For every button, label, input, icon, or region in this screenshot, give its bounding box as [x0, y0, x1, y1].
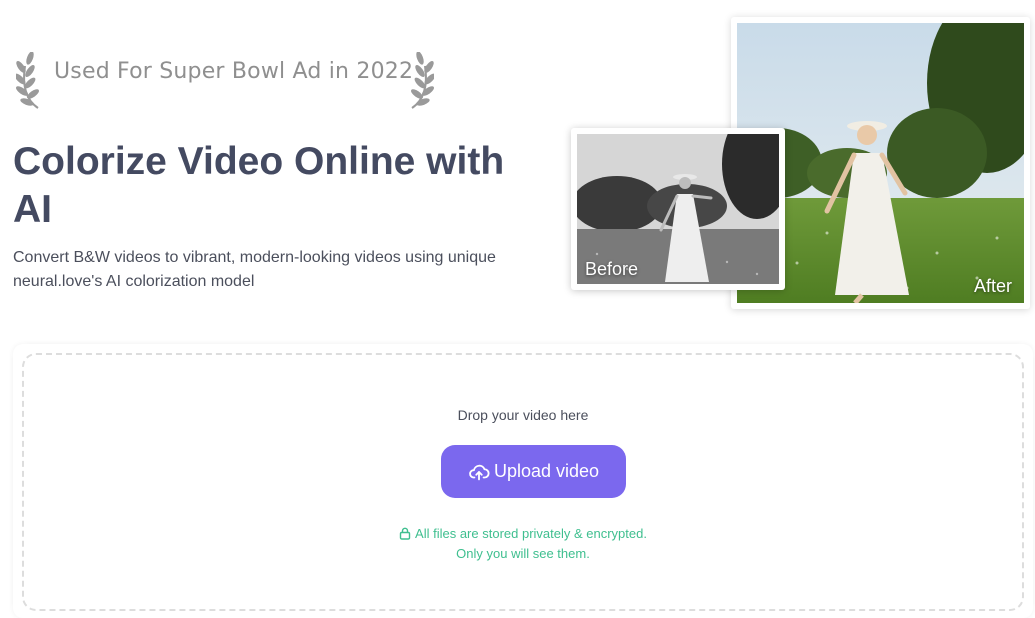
- page-title: Colorize Video Online with AI: [13, 140, 505, 231]
- drop-hint: Drop your video here: [457, 407, 589, 423]
- privacy-line-1: All files are stored privately & encrypt…: [415, 526, 647, 541]
- upload-video-button[interactable]: Upload video: [441, 445, 626, 498]
- laurel-left-icon: [16, 52, 39, 109]
- lock-icon: [399, 527, 411, 540]
- upload-card: Drop your video here Upload video All fi…: [13, 344, 1033, 618]
- hero-description: Convert B&W videos to vibrant, modern-lo…: [13, 249, 496, 290]
- privacy-note: All files are stored privately & encrypt…: [24, 524, 1022, 564]
- after-label: After: [973, 276, 1012, 296]
- privacy-line-2: Only you will see them.: [456, 546, 590, 561]
- video-dropzone[interactable]: Drop your video here Upload video All fi…: [22, 353, 1024, 611]
- before-photo: Before: [577, 134, 779, 284]
- before-label: Before: [585, 259, 639, 279]
- upload-button-label: Upload video: [493, 461, 600, 481]
- award-badge: Used For Super Bowl Ad in 2022: [16, 50, 436, 112]
- badge-text: Used For Super Bowl Ad in 2022: [54, 59, 414, 84]
- cloud-upload-icon: [469, 464, 490, 480]
- page: Used For Super Bowl Ad in 2022 Colorize …: [0, 0, 1035, 618]
- laurel-right-icon: [411, 52, 434, 109]
- before-image-card: Before: [571, 128, 785, 290]
